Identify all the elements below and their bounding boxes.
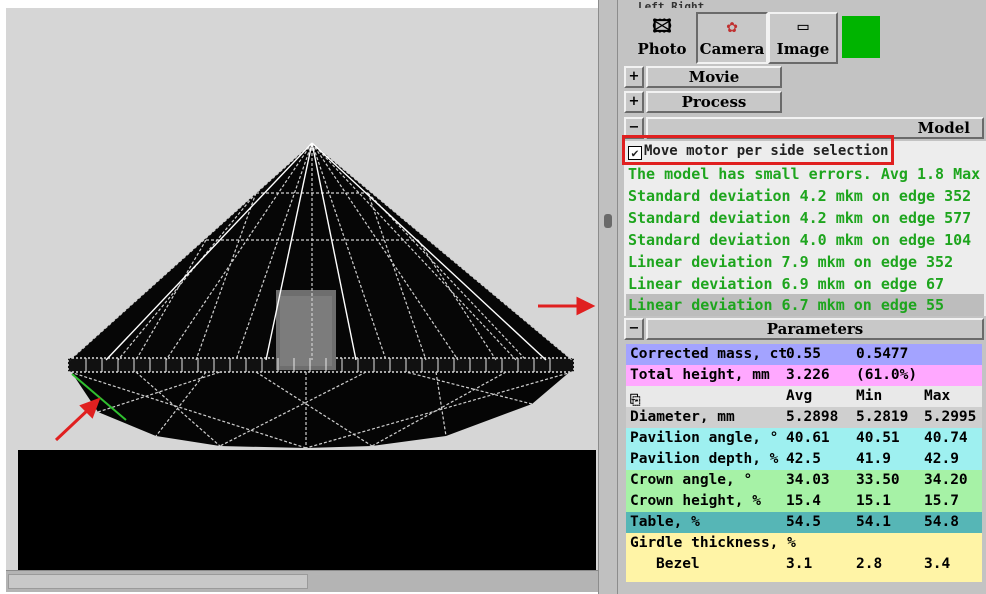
- section-movie-label[interactable]: Movie: [646, 66, 782, 88]
- param-value: 5.2819: [856, 409, 909, 425]
- param-row[interactable]: Table, % 54.5 54.1 54.8: [626, 512, 982, 533]
- param-value: 3.1: [786, 556, 813, 572]
- param-row[interactable]: Pavilion depth, % 42.5 41.9 42.9: [626, 449, 982, 470]
- param-value: 15.1: [856, 493, 891, 509]
- param-label: Pavilion depth, %: [630, 451, 779, 467]
- param-label: Bezel: [656, 556, 700, 572]
- param-value: 0.5477: [856, 346, 909, 362]
- param-row[interactable]: Corrected mass, ct 0.55 0.5477: [626, 344, 982, 365]
- param-label: Table, %: [630, 514, 700, 530]
- param-row[interactable]: Crown height, % 15.4 15.1 15.7: [626, 491, 982, 512]
- expand-icon[interactable]: +: [624, 91, 644, 113]
- expand-icon[interactable]: +: [624, 66, 644, 88]
- param-label: Pavilion angle, °: [630, 430, 779, 446]
- model-line[interactable]: Linear deviation 7.9 mkm on edge 352: [626, 251, 984, 273]
- param-value: 40.74: [924, 430, 968, 446]
- param-value: 15.4: [786, 493, 821, 509]
- section-process-label[interactable]: Process: [646, 91, 782, 113]
- image-icon: ▭: [797, 16, 809, 37]
- model-viewer[interactable]: [0, 0, 598, 594]
- param-value: 0.55: [786, 346, 821, 362]
- param-value: 40.51: [856, 430, 900, 446]
- collapse-icon[interactable]: −: [624, 318, 644, 340]
- status-indicator: [842, 16, 880, 58]
- param-label: Girdle thickness, %: [630, 535, 796, 551]
- param-label: Crown height, %: [630, 493, 761, 509]
- param-value: 33.50: [856, 472, 900, 488]
- param-row[interactable]: Bezel 3.1 2.8 3.4: [626, 554, 982, 582]
- model-line[interactable]: Standard deviation 4.2 mkm on edge 577: [626, 207, 984, 229]
- photo-icon: 🖾: [652, 16, 672, 37]
- splitter-grip[interactable]: [604, 214, 612, 228]
- col-min: Min: [856, 388, 883, 404]
- param-value: 15.7: [924, 493, 959, 509]
- model-line[interactable]: The model has small errors. Avg 1.8 Max …: [626, 163, 984, 185]
- pavilion-shape: [70, 370, 572, 448]
- param-value: 40.61: [786, 430, 830, 446]
- camera-button[interactable]: ✿ Camera: [696, 12, 768, 64]
- scroll-thumb[interactable]: [8, 574, 308, 589]
- param-row[interactable]: Total height, mm 3.226 (61.0%): [626, 365, 982, 386]
- image-button[interactable]: ▭ Image: [768, 12, 838, 64]
- param-row[interactable]: Girdle thickness, %: [626, 533, 982, 554]
- param-value: 34.03: [786, 472, 830, 488]
- stage-block: [18, 450, 596, 570]
- param-value: 2.8: [856, 556, 883, 572]
- parameters-table: Corrected mass, ct 0.55 0.5477 Total hei…: [624, 344, 986, 594]
- camera-icon: ✿: [726, 16, 738, 37]
- highlight-box: [622, 135, 894, 165]
- model-line[interactable]: Standard deviation 4.2 mkm on edge 352: [626, 185, 984, 207]
- annotation-arrow-right: [538, 296, 596, 316]
- model-line[interactable]: Linear deviation 6.9 mkm on edge 67: [626, 273, 984, 295]
- param-value: 34.20: [924, 472, 968, 488]
- param-value: 5.2995: [924, 409, 977, 425]
- photo-button[interactable]: 🖾 Photo: [628, 12, 696, 64]
- param-row[interactable]: Crown angle, ° 34.03 33.50 34.20: [626, 470, 982, 491]
- param-row[interactable]: Diameter, mm 5.2898 5.2819 5.2995: [626, 407, 982, 428]
- section-parameters-label[interactable]: Parameters: [646, 318, 984, 340]
- param-label: Diameter, mm: [630, 409, 735, 425]
- top-tab-labels: Left Right: [638, 0, 705, 8]
- param-value: 54.1: [856, 514, 891, 530]
- param-label: Total height, mm: [630, 367, 770, 383]
- param-value: 42.5: [786, 451, 821, 467]
- col-max: Max: [924, 388, 951, 404]
- param-value: 54.5: [786, 514, 821, 530]
- model-line-selected[interactable]: Linear deviation 6.7 mkm on edge 55: [626, 294, 984, 316]
- param-value: 54.8: [924, 514, 959, 530]
- param-label: Crown angle, °: [630, 472, 753, 488]
- param-value: 41.9: [856, 451, 891, 467]
- param-label: Corrected mass, ct: [630, 346, 788, 362]
- horizontal-scrollbar[interactable]: [6, 570, 598, 592]
- param-value: 3.4: [924, 556, 951, 572]
- model-line[interactable]: Standard deviation 4.0 mkm on edge 104: [626, 229, 984, 251]
- col-avg: Avg: [786, 388, 813, 404]
- param-value: (61.0%): [856, 367, 918, 383]
- param-row[interactable]: Pavilion angle, ° 40.61 40.51 40.74: [626, 428, 982, 449]
- model-results: ✔ Move motor per side selection The model…: [622, 135, 986, 316]
- param-value: 42.9: [924, 451, 959, 467]
- param-header-row: ⎘ Avg Min Max: [626, 386, 982, 408]
- annotation-arrow-left: [54, 397, 101, 442]
- param-value: 3.226: [786, 367, 830, 383]
- control-panel: Left Right 🖾 Photo ✿ Camera ▭ Image + Mo…: [618, 0, 986, 594]
- panel-splitter[interactable]: [598, 0, 618, 594]
- param-value: 5.2898: [786, 409, 839, 425]
- diamond-wireframe: [18, 142, 596, 570]
- move-motor-checkbox[interactable]: ✔ Move motor per side selection: [622, 135, 978, 165]
- viewer-canvas[interactable]: [6, 8, 598, 570]
